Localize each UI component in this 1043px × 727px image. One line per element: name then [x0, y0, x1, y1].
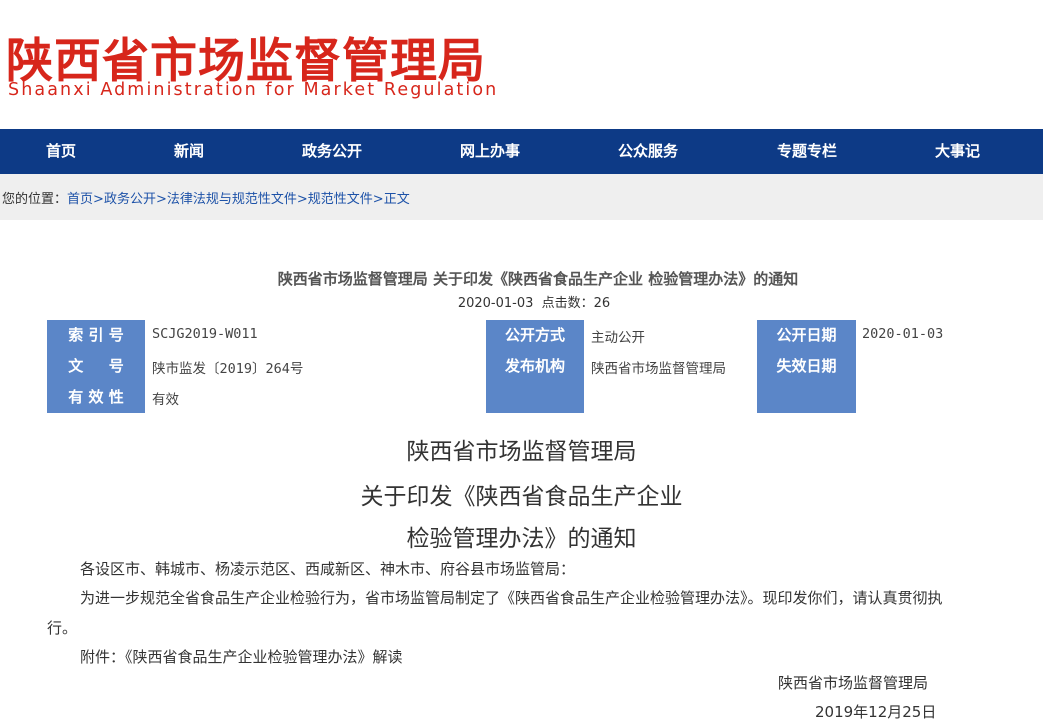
breadcrumb-separator: >: [296, 192, 308, 207]
document-title: 陕西省市场监督管理局 关于印发《陕西省食品生产企业 检验管理办法》的通知: [277, 270, 799, 288]
breadcrumb-separator: >: [155, 192, 167, 207]
signature-date: 2019年12月25日: [815, 703, 937, 721]
meta-label-column-2: 公开方式 发布机构: [486, 320, 584, 413]
nav-item-chronicle[interactable]: 大事记: [935, 129, 980, 174]
meta-label-column-1: 索 引 号 文 号 有 效 性: [47, 320, 145, 413]
issuer-value: 陕西省市场监督管理局: [591, 361, 726, 377]
open-date-label: 公开日期: [776, 326, 837, 344]
attachment-line[interactable]: 附件：《陕西省食品生产企业检验管理办法》解读: [80, 646, 403, 667]
breadcrumb-laws[interactable]: 法律法规与规范性文件: [167, 192, 297, 207]
nav-item-public-services[interactable]: 公众服务: [618, 129, 678, 174]
paragraph-line: 行。: [47, 619, 78, 637]
hit-count: 点击数：26: [541, 296, 611, 311]
heading-line-1: 陕西省市场监督管理局: [406, 439, 637, 465]
index-label: 索 引 号: [68, 326, 124, 344]
document-meta-line: 2020-01-03 点击数：26: [0, 292, 1043, 311]
paragraph-line: 为进一步规范全省食品生产企业检验行为，省市场监管局制定了《陕西省食品生产企业检验…: [80, 589, 943, 607]
index-value: SCJG2019-W011: [152, 326, 258, 342]
salutation: 各设区市、韩城市、杨凌示范区、西咸新区、神木市、府谷县市场监管局：: [80, 560, 576, 578]
validity-label: 有 效 性: [68, 388, 124, 406]
breadcrumb-separator: >: [372, 192, 384, 207]
heading-line-3: 检验管理办法》的通知: [406, 526, 637, 552]
heading-line-2: 关于印发《陕西省食品生产企业: [360, 484, 683, 510]
open-date-value: 2020-01-03: [862, 326, 944, 342]
breadcrumb-gov-affairs[interactable]: 政务公开: [104, 192, 156, 207]
open-mode-label: 公开方式: [504, 326, 565, 344]
nav-item-online-services[interactable]: 网上办事: [460, 129, 520, 174]
meta-label-column-3: 公开日期 失效日期: [757, 320, 856, 413]
open-mode-value: 主动公开: [591, 330, 645, 346]
main-nav: 首页 新闻 政务公开 网上办事 公众服务 专题专栏 大事记: [0, 129, 1043, 174]
nav-item-special-topics[interactable]: 专题专栏: [777, 129, 837, 174]
site-logo-en: Shaanxi Administration for Market Regula…: [8, 80, 499, 100]
document-date: 2020-01-03: [457, 296, 534, 311]
issuer-label: 发布机构: [504, 357, 565, 375]
breadcrumb-normative-docs[interactable]: 规范性文件: [308, 192, 373, 207]
site-header: 陕西省市场监督管理局 Shaanxi Administration for Ma…: [0, 0, 1043, 128]
expire-date-label: 失效日期: [776, 357, 837, 375]
breadcrumb-separator: >: [93, 192, 104, 207]
nav-item-news[interactable]: 新闻: [174, 129, 204, 174]
validity-value: 有效: [152, 392, 179, 408]
breadcrumb: 您的位置：首页>政务公开>法律法规与规范性文件>规范性文件>正文: [2, 188, 410, 207]
signature-org: 陕西省市场监督管理局: [778, 674, 929, 692]
nav-item-gov-affairs[interactable]: 政务公开: [302, 129, 362, 174]
docno-value: 陕市监发〔2019〕264号: [152, 361, 304, 377]
breadcrumb-current[interactable]: 正文: [384, 192, 410, 207]
breadcrumb-prefix: 您的位置：: [2, 192, 68, 207]
docno-label: 文 号: [68, 357, 124, 375]
breadcrumb-home[interactable]: 首页: [67, 192, 93, 207]
nav-item-home[interactable]: 首页: [46, 129, 76, 174]
breadcrumb-bar: 您的位置：首页>政务公开>法律法规与规范性文件>规范性文件>正文: [0, 174, 1043, 220]
